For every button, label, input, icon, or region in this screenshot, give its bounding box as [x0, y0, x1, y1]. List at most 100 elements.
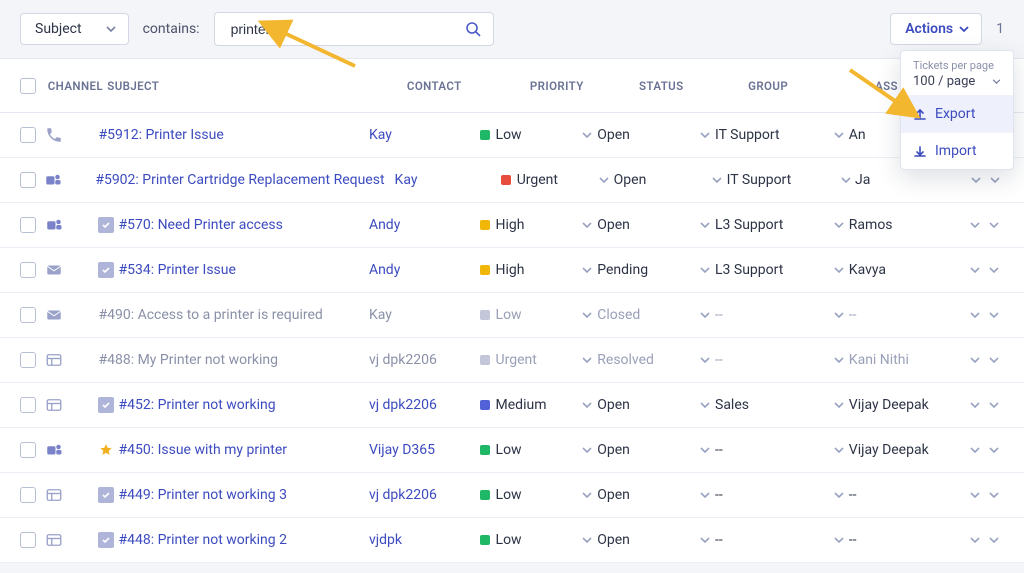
ticket-subject-link[interactable]: #449: Printer not working 3: [118, 487, 286, 503]
row-checkbox[interactable]: [20, 532, 36, 548]
select-all-checkbox[interactable]: [20, 78, 36, 94]
group-dropdown[interactable]: [829, 222, 849, 228]
status-dropdown[interactable]: [695, 492, 715, 498]
status-dropdown[interactable]: [695, 222, 715, 228]
ticket-subject-link[interactable]: #5912: Printer Issue: [98, 127, 223, 143]
row-checkbox[interactable]: [20, 307, 36, 323]
contact-link[interactable]: vj dpk2206: [369, 352, 437, 368]
priority-indicator: [480, 490, 490, 500]
row-menu[interactable]: [984, 537, 1004, 543]
row-menu[interactable]: [984, 357, 1004, 363]
ticket-subject-link[interactable]: #448: Printer not working 2: [118, 532, 286, 548]
priority-value: Low: [496, 487, 522, 503]
assigned-dropdown[interactable]: [965, 537, 985, 543]
group-dropdown[interactable]: [829, 132, 849, 138]
ticket-subject-link[interactable]: #450: Issue with my printer: [118, 442, 287, 458]
header-contact[interactable]: Contact: [407, 79, 530, 93]
ticket-subject-link[interactable]: #490: Access to a printer is required: [98, 307, 322, 323]
status-dropdown[interactable]: [695, 132, 715, 138]
assigned-dropdown[interactable]: [966, 177, 985, 183]
row-menu[interactable]: [984, 402, 1004, 408]
assigned-dropdown[interactable]: [965, 312, 985, 318]
priority-dropdown[interactable]: [578, 537, 598, 543]
group-dropdown[interactable]: [829, 402, 849, 408]
ticket-subject-link[interactable]: #5902: Printer Cartridge Replacement Req…: [95, 172, 384, 188]
ticket-subject-link[interactable]: #452: Printer not working: [118, 397, 275, 413]
contact-link[interactable]: Andy: [369, 262, 400, 278]
priority-dropdown[interactable]: [578, 312, 598, 318]
actions-button[interactable]: Actions: [890, 13, 982, 45]
priority-dropdown[interactable]: [578, 447, 598, 453]
priority-dropdown[interactable]: [578, 492, 598, 498]
status-dropdown[interactable]: [695, 447, 715, 453]
search-icon[interactable]: [465, 21, 481, 37]
table-row: #449: Printer not working 3 vj dpk2206 Low…: [0, 473, 1024, 518]
status-dropdown[interactable]: [708, 177, 727, 183]
row-checkbox[interactable]: [20, 172, 36, 188]
table-row: #570: Need Printer accessAndyHighOpenL3 …: [0, 203, 1024, 248]
row-checkbox[interactable]: [20, 442, 36, 458]
filter-field-select[interactable]: Subject: [20, 13, 129, 45]
group-dropdown[interactable]: [829, 492, 849, 498]
status-dropdown[interactable]: [695, 312, 715, 318]
header-subject[interactable]: Subject: [107, 79, 407, 93]
import-action[interactable]: Import: [901, 132, 1013, 169]
row-checkbox[interactable]: [20, 397, 36, 413]
status-dropdown[interactable]: [695, 267, 715, 273]
header-priority[interactable]: Priority: [530, 79, 639, 93]
ticket-subject-link[interactable]: #534: Printer Issue: [118, 262, 235, 278]
assigned-dropdown[interactable]: [965, 447, 985, 453]
row-checkbox[interactable]: [20, 262, 36, 278]
assigned-dropdown[interactable]: [965, 492, 985, 498]
priority-dropdown[interactable]: [578, 267, 598, 273]
table-row: #5912: Printer IssueKayLowOpenIT Support…: [0, 113, 1024, 158]
row-menu[interactable]: [984, 492, 1004, 498]
contact-link[interactable]: Kay: [369, 307, 392, 323]
status-dropdown[interactable]: [695, 402, 715, 408]
contact-link[interactable]: Kay: [369, 127, 392, 143]
assigned-dropdown[interactable]: [965, 402, 985, 408]
group-dropdown[interactable]: [829, 312, 849, 318]
ticket-subject-link[interactable]: #570: Need Printer access: [118, 217, 282, 233]
contact-link[interactable]: vj dpk2206: [369, 487, 437, 503]
priority-dropdown[interactable]: [578, 357, 598, 363]
group-dropdown[interactable]: [829, 447, 849, 453]
contact-link[interactable]: vjdpk: [369, 532, 402, 548]
status-dropdown[interactable]: [695, 537, 715, 543]
group-dropdown[interactable]: [829, 267, 849, 273]
check-badge-icon: [98, 262, 114, 278]
group-dropdown[interactable]: [829, 357, 849, 363]
group-dropdown[interactable]: [829, 537, 849, 543]
assigned-dropdown[interactable]: [965, 222, 985, 228]
row-menu[interactable]: [984, 447, 1004, 453]
contact-link[interactable]: Andy: [369, 217, 400, 233]
priority-dropdown[interactable]: [578, 132, 598, 138]
row-checkbox[interactable]: [20, 352, 36, 368]
assigned-dropdown[interactable]: [965, 357, 985, 363]
contact-link[interactable]: vj dpk2206: [369, 397, 437, 413]
row-menu[interactable]: [985, 177, 1004, 183]
header-channel[interactable]: Channel: [48, 79, 108, 93]
status-dropdown[interactable]: [695, 357, 715, 363]
header-status[interactable]: Status: [639, 79, 748, 93]
tickets-per-page-select[interactable]: 100 / page: [913, 74, 1001, 89]
table-row: #452: Printer not workingvj dpk2206Mediu…: [0, 383, 1024, 428]
row-checkbox[interactable]: [20, 127, 36, 143]
priority-dropdown[interactable]: [578, 222, 598, 228]
contact-link[interactable]: Kay: [395, 172, 418, 188]
row-checkbox[interactable]: [20, 217, 36, 233]
contact-link[interactable]: Vijay D365: [369, 442, 435, 458]
ticket-subject-link[interactable]: #488: My Printer not working: [98, 352, 277, 368]
group-dropdown[interactable]: [836, 177, 855, 183]
priority-dropdown[interactable]: [595, 177, 614, 183]
row-menu[interactable]: [984, 312, 1004, 318]
row-menu[interactable]: [984, 267, 1004, 273]
row-checkbox[interactable]: [20, 487, 36, 503]
assigned-dropdown[interactable]: [965, 267, 985, 273]
header-group[interactable]: Group: [748, 79, 875, 93]
priority-dropdown[interactable]: [578, 402, 598, 408]
export-action[interactable]: Export: [901, 96, 1013, 132]
chevron-down-icon: [992, 79, 1001, 84]
filter-value-input[interactable]: [227, 13, 465, 45]
row-menu[interactable]: [984, 222, 1004, 228]
